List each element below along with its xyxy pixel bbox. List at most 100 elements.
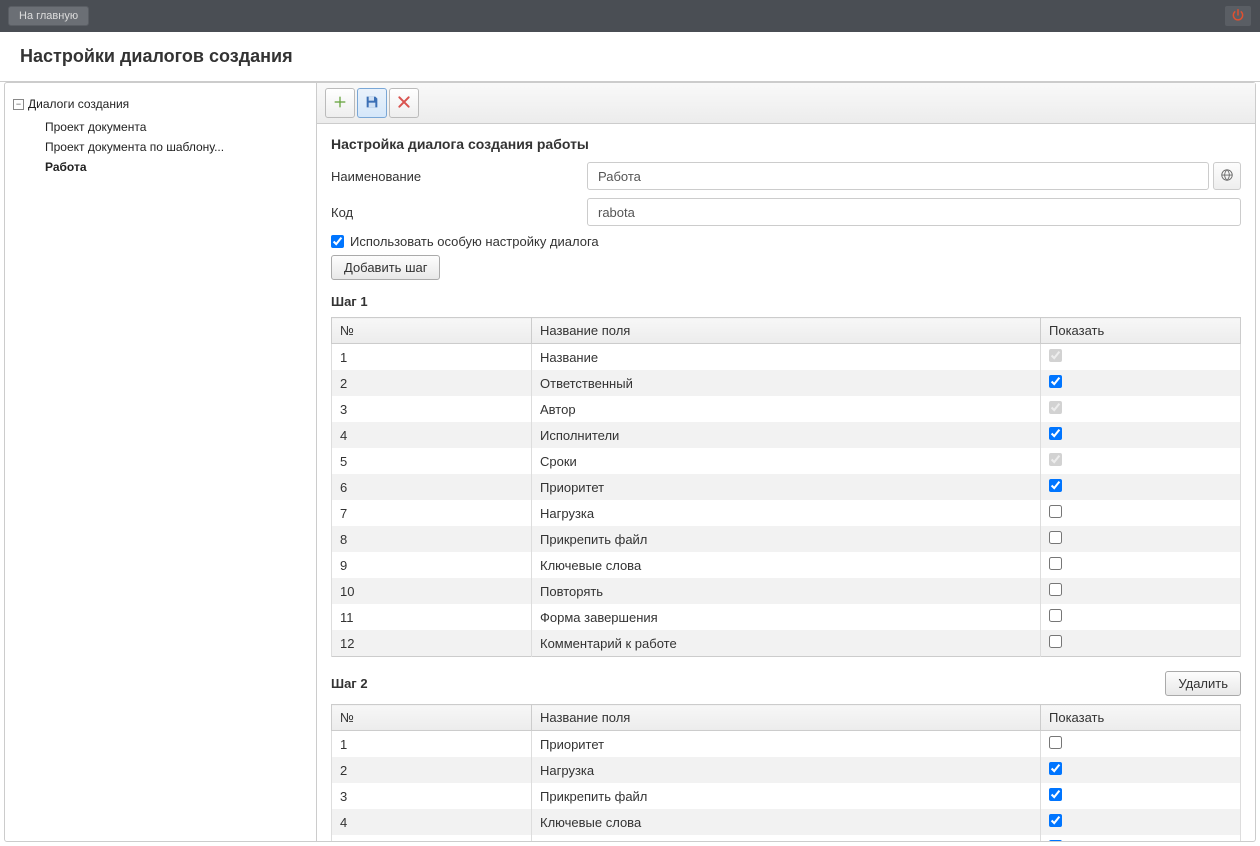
page-title: Настройки диалогов создания <box>0 32 1260 82</box>
row-field-name: Нагрузка <box>532 757 1041 783</box>
name-input[interactable] <box>587 162 1209 190</box>
locale-button[interactable] <box>1213 162 1241 190</box>
show-checkbox[interactable] <box>1049 583 1062 596</box>
tree-root-label: Диалоги создания <box>28 97 129 111</box>
row-number: 2 <box>332 370 532 396</box>
row-field-name: Приоритет <box>532 731 1041 758</box>
row-field-name: Сроки <box>532 448 1041 474</box>
show-checkbox[interactable] <box>1049 375 1062 388</box>
show-checkbox[interactable] <box>1049 531 1062 544</box>
column-header: Показать <box>1041 705 1241 731</box>
table-row: 11Форма завершения <box>332 604 1241 630</box>
row-number: 12 <box>332 630 532 657</box>
row-number: 4 <box>332 422 532 448</box>
collapse-icon[interactable]: − <box>13 99 24 110</box>
row-field-name: Ответственный <box>532 370 1041 396</box>
row-number: 11 <box>332 604 532 630</box>
show-checkbox[interactable] <box>1049 762 1062 775</box>
tree-item[interactable]: Проект документа <box>45 117 308 137</box>
row-field-name: Повторять <box>532 578 1041 604</box>
tree-item[interactable]: Работа <box>45 157 308 177</box>
row-number: 5 <box>332 835 532 841</box>
row-field-name: Исполнители <box>532 422 1041 448</box>
row-number: 2 <box>332 757 532 783</box>
column-header: Название поля <box>532 318 1041 344</box>
close-icon <box>396 94 412 113</box>
row-number: 3 <box>332 396 532 422</box>
show-checkbox[interactable] <box>1049 557 1062 570</box>
custom-settings-row: Использовать особую настройку диалога <box>331 234 1241 249</box>
power-button[interactable] <box>1224 5 1252 27</box>
row-number: 5 <box>332 448 532 474</box>
code-input[interactable] <box>587 198 1241 226</box>
topbar: На главную <box>0 0 1260 32</box>
table-row: 2Ответственный <box>332 370 1241 396</box>
show-checkbox[interactable] <box>1049 453 1062 466</box>
step-block: Шаг 1№Название поляПоказать1Название2Отв… <box>331 294 1241 657</box>
row-field-name: Нагрузка <box>532 500 1041 526</box>
show-checkbox[interactable] <box>1049 427 1062 440</box>
row-number: 1 <box>332 344 532 371</box>
form-area: Настройка диалога создания работы Наимен… <box>317 124 1255 841</box>
add-button[interactable] <box>325 88 355 118</box>
show-checkbox[interactable] <box>1049 814 1062 827</box>
show-checkbox[interactable] <box>1049 479 1062 492</box>
step-table: №Название поляПоказать1Приоритет2Нагрузк… <box>331 704 1241 841</box>
table-row: 9Ключевые слова <box>332 552 1241 578</box>
row-field-name: Форма завершения <box>532 604 1041 630</box>
custom-settings-checkbox[interactable] <box>331 235 344 248</box>
row-field-name: Ключевые слова <box>532 809 1041 835</box>
name-row: Наименование <box>331 162 1241 190</box>
toolbar <box>317 83 1255 124</box>
show-checkbox[interactable] <box>1049 788 1062 801</box>
row-number: 9 <box>332 552 532 578</box>
table-row: 1Приоритет <box>332 731 1241 758</box>
step-block: Шаг 2Удалить№Название поляПоказать1Приор… <box>331 671 1241 841</box>
column-header: Показать <box>1041 318 1241 344</box>
show-checkbox[interactable] <box>1049 635 1062 648</box>
row-field-name: Автор <box>532 396 1041 422</box>
table-row: 5Повторять <box>332 835 1241 841</box>
delete-step-button[interactable]: Удалить <box>1165 671 1241 696</box>
content: Настройка диалога создания работы Наимен… <box>317 83 1255 841</box>
sidebar: − Диалоги создания Проект документаПроек… <box>5 83 317 841</box>
table-row: 5Сроки <box>332 448 1241 474</box>
row-number: 1 <box>332 731 532 758</box>
save-button[interactable] <box>357 88 387 118</box>
delete-button[interactable] <box>389 88 419 118</box>
row-field-name: Приоритет <box>532 474 1041 500</box>
row-field-name: Комментарий к работе <box>532 630 1041 657</box>
row-field-name: Повторять <box>532 835 1041 841</box>
tree-item[interactable]: Проект документа по шаблону... <box>45 137 308 157</box>
table-row: 10Повторять <box>332 578 1241 604</box>
column-header: Название поля <box>532 705 1041 731</box>
row-number: 7 <box>332 500 532 526</box>
show-checkbox[interactable] <box>1049 609 1062 622</box>
table-row: 3Прикрепить файл <box>332 783 1241 809</box>
step-table: №Название поляПоказать1Название2Ответств… <box>331 317 1241 657</box>
table-row: 1Название <box>332 344 1241 371</box>
home-button[interactable]: На главную <box>8 6 89 26</box>
row-field-name: Ключевые слова <box>532 552 1041 578</box>
row-number: 6 <box>332 474 532 500</box>
table-row: 7Нагрузка <box>332 500 1241 526</box>
show-checkbox[interactable] <box>1049 401 1062 414</box>
tree-children: Проект документаПроект документа по шабл… <box>45 117 308 177</box>
row-number: 3 <box>332 783 532 809</box>
row-number: 4 <box>332 809 532 835</box>
row-field-name: Прикрепить файл <box>532 783 1041 809</box>
row-number: 8 <box>332 526 532 552</box>
show-checkbox[interactable] <box>1049 736 1062 749</box>
table-row: 2Нагрузка <box>332 757 1241 783</box>
custom-settings-label: Использовать особую настройку диалога <box>350 234 599 249</box>
row-number: 10 <box>332 578 532 604</box>
show-checkbox[interactable] <box>1049 505 1062 518</box>
add-step-button[interactable]: Добавить шаг <box>331 255 440 280</box>
table-row: 4Ключевые слова <box>332 809 1241 835</box>
show-checkbox[interactable] <box>1049 840 1062 841</box>
column-header: № <box>332 318 532 344</box>
tree-root[interactable]: − Диалоги создания <box>13 95 308 113</box>
step-title: Шаг 1 <box>331 294 368 309</box>
show-checkbox[interactable] <box>1049 349 1062 362</box>
row-field-name: Название <box>532 344 1041 371</box>
